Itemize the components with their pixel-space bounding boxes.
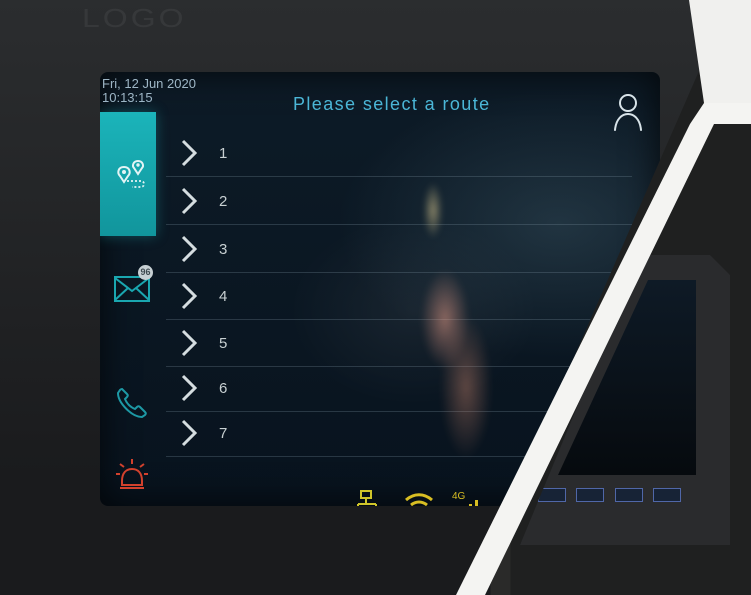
chevron-right-icon: [181, 139, 198, 167]
chevron-right-icon: [181, 282, 198, 310]
chevron-right-icon: [181, 419, 198, 447]
route-menu-tile[interactable]: [100, 112, 156, 236]
chevron-right-icon: [181, 374, 198, 402]
chevron-right-icon: [181, 329, 198, 357]
bezel-brand-mark: LOGO: [82, 3, 187, 33]
network-icon: [357, 490, 377, 506]
phone-icon[interactable]: [112, 382, 152, 422]
route-number: 1: [219, 145, 228, 162]
cellular-label: 4G: [452, 491, 466, 502]
route-number: 2: [219, 193, 228, 210]
time-label: 10:13:15: [102, 90, 153, 105]
message-count-badge: 96: [138, 265, 153, 280]
camera-button[interactable]: [576, 488, 605, 502]
route-number: 4: [219, 288, 228, 305]
camera-button[interactable]: [653, 488, 682, 502]
screen-reflection: [382, 156, 532, 496]
cellular-4g-icon: 4G: [452, 491, 478, 506]
wifi-icon: [405, 493, 433, 506]
route-number: 7: [219, 425, 228, 442]
date-label: Fri, 12 Jun 2020: [102, 76, 196, 91]
route-number: 3: [219, 241, 228, 258]
alarm-icon[interactable]: [114, 457, 150, 491]
photo-composite: LOGO Fri, 12 Jun 2020 10:13:15 Please se…: [0, 0, 751, 595]
user-icon[interactable]: [612, 92, 644, 132]
chevron-right-icon: [181, 187, 198, 215]
chevron-right-icon: [181, 235, 198, 263]
camera-controls: [538, 488, 708, 508]
page-title: Please select a route: [293, 94, 491, 114]
camera-button[interactable]: [614, 488, 643, 502]
route-number: 6: [219, 380, 228, 397]
route-number: 5: [219, 335, 228, 352]
route-map-icon: [117, 159, 145, 188]
